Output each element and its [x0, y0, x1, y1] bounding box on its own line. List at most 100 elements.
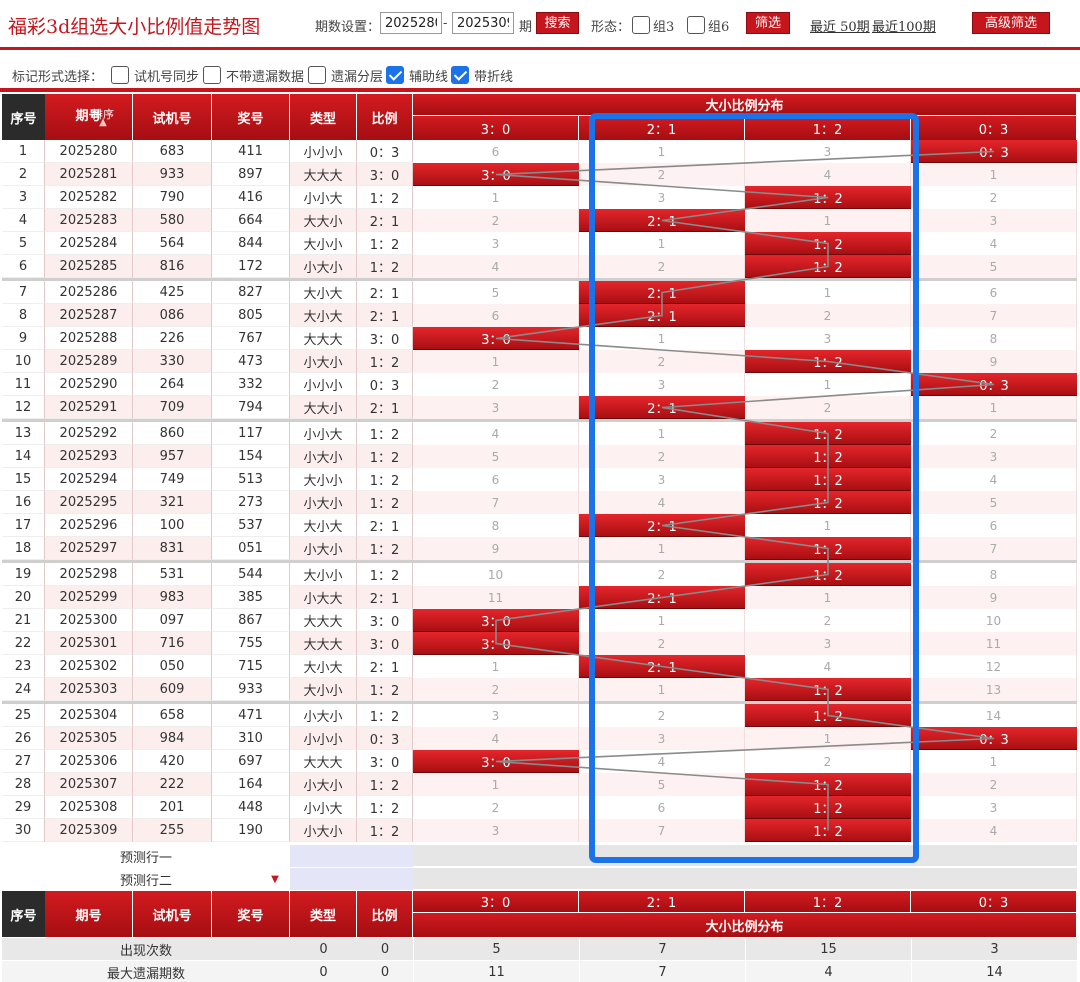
row-prize: 755: [212, 632, 290, 655]
stat-ratio: 0: [357, 938, 413, 960]
row-prize: 273: [212, 491, 290, 514]
dist-miss-cell: 6: [413, 140, 579, 163]
dist-hit-cell: 1：2: [745, 468, 911, 491]
row-trial: 984: [133, 727, 212, 750]
row-prize: 448: [212, 796, 290, 819]
row-trial: 831: [133, 537, 212, 560]
predict-row-2-label[interactable]: 预测行二: [2, 868, 290, 890]
dist-hit-cell: 3：0: [413, 750, 579, 773]
row-trial: 531: [133, 563, 212, 586]
dist-miss-cell: 9: [911, 586, 1077, 609]
dist-miss-cell: 4: [911, 468, 1077, 491]
row-prize: 117: [212, 422, 290, 445]
dist-miss-cell: 1: [745, 209, 911, 232]
row-ratio: 0：3: [357, 373, 413, 396]
row-seq: 3: [2, 186, 45, 209]
row-ratio: 1：2: [357, 350, 413, 373]
row-seq: 24: [2, 678, 45, 701]
dist-miss-cell: 1: [579, 609, 745, 632]
row-period: 2025292: [45, 422, 133, 445]
group6-checkbox[interactable]: [687, 16, 705, 34]
option-no-miss-checkbox[interactable]: [203, 66, 221, 84]
row-prize: 664: [212, 209, 290, 232]
filter-button[interactable]: 筛选: [746, 12, 790, 34]
dist-hit-cell: 3：0: [413, 163, 579, 186]
dist-miss-cell: 3: [745, 327, 911, 350]
group3-label: 组3: [653, 20, 675, 35]
search-button[interactable]: 搜索: [536, 12, 579, 34]
row-type: 大小小: [290, 232, 357, 255]
header-type: 类型: [290, 94, 357, 140]
row-period: 2025302: [45, 655, 133, 678]
stat-value: 5: [413, 938, 579, 960]
dist-miss-cell: 10: [911, 609, 1077, 632]
row-type: 小小大: [290, 186, 357, 209]
row-type: 大小大: [290, 304, 357, 327]
dist-hit-cell: 1：2: [745, 350, 911, 373]
row-prize: 844: [212, 232, 290, 255]
footer-type: 类型: [290, 891, 357, 937]
dist-miss-cell: 6: [579, 796, 745, 819]
row-period: 2025284: [45, 232, 133, 255]
dist-hit-cell: 3：0: [413, 609, 579, 632]
dist-miss-cell: 5: [911, 491, 1077, 514]
predict-row-2-input[interactable]: [290, 868, 413, 890]
option-polyline-label: 带折线: [474, 70, 514, 85]
row-ratio: 1：2: [357, 563, 413, 586]
group3-checkbox[interactable]: [632, 16, 650, 34]
row-seq: 27: [2, 750, 45, 773]
dist-miss-cell: 3: [579, 468, 745, 491]
option-miss-layer-label: 遗漏分层: [331, 70, 384, 85]
row-period: 2025309: [45, 819, 133, 842]
dist-miss-cell: 3: [745, 632, 911, 655]
row-type: 小大小: [290, 773, 357, 796]
row-trial: 420: [133, 750, 212, 773]
row-seq: 25: [2, 704, 45, 727]
advanced-filter-button[interactable]: 高级筛选: [972, 12, 1050, 34]
dist-hit-cell: 1：2: [745, 186, 911, 209]
row-ratio: 1：2: [357, 445, 413, 468]
dist-miss-cell: 2: [579, 563, 745, 586]
row-seq: 30: [2, 819, 45, 842]
predict-row-1-label[interactable]: 预测行一: [2, 845, 290, 867]
dist-miss-cell: 14: [911, 704, 1077, 727]
dist-hit-cell: 1：2: [745, 422, 911, 445]
row-seq: 23: [2, 655, 45, 678]
row-period: 2025306: [45, 750, 133, 773]
row-seq: 11: [2, 373, 45, 396]
dist-miss-cell: 12: [911, 655, 1077, 678]
recent-50-link[interactable]: 最近 50期: [810, 16, 870, 35]
row-ratio: 2：1: [357, 281, 413, 304]
predict-row-2-dist[interactable]: [413, 868, 1077, 890]
option-polyline-checkbox[interactable]: [451, 66, 469, 84]
recent-100-link[interactable]: 最近100期: [872, 16, 936, 35]
row-seq: 15: [2, 468, 45, 491]
predict-row-1-dist[interactable]: [413, 845, 1077, 867]
row-seq: 26: [2, 727, 45, 750]
row-trial: 749: [133, 468, 212, 491]
arrow-down-icon: ▼: [271, 873, 279, 885]
row-prize: 164: [212, 773, 290, 796]
dist-miss-cell: 4: [413, 255, 579, 278]
option-aux-line-checkbox[interactable]: [386, 66, 404, 84]
option-trial-sync-checkbox[interactable]: [111, 66, 129, 84]
row-prize: 767: [212, 327, 290, 350]
group-separator: [2, 560, 1077, 563]
row-period: 2025291: [45, 396, 133, 419]
row-type: 小小小: [290, 140, 357, 163]
dist-miss-cell: 2: [413, 373, 579, 396]
row-type: 大小小: [290, 678, 357, 701]
dist-miss-cell: 1: [745, 514, 911, 537]
dist-miss-cell: 4: [911, 819, 1077, 842]
options-divider: [0, 88, 1080, 92]
row-trial: 086: [133, 304, 212, 327]
footer-prize: 奖号: [212, 891, 290, 937]
option-miss-layer-checkbox[interactable]: [308, 66, 326, 84]
row-period: 2025295: [45, 491, 133, 514]
period-from-input[interactable]: [380, 12, 442, 34]
predict-row-1-input[interactable]: [290, 845, 413, 867]
period-to-input[interactable]: [452, 12, 514, 34]
row-type: 大大大: [290, 632, 357, 655]
dist-miss-cell: 1: [579, 537, 745, 560]
row-seq: 5: [2, 232, 45, 255]
